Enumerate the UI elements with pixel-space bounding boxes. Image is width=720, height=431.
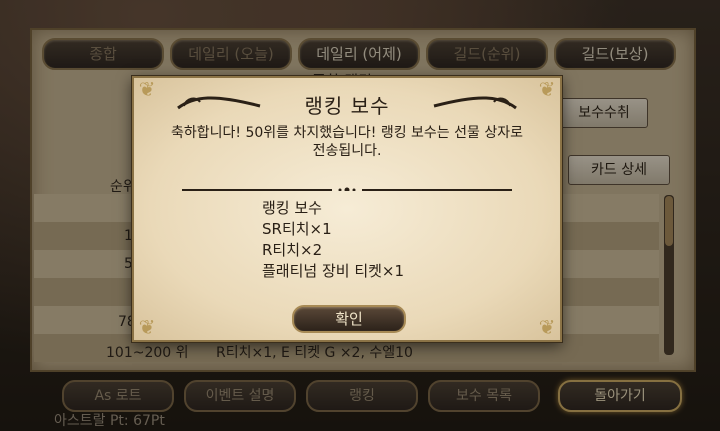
reward-item: R티치×2 [262,241,323,259]
reward-list: 랭킹 보수 SR티치×1 R티치×2 플래티넘 장비 티켓×1 [262,198,404,282]
divider [182,187,512,191]
confirm-button[interactable]: 확인 [292,305,406,333]
ornament-icon: ❦ [538,315,556,339]
reward-heading: 랭킹 보수 [262,199,322,217]
reward-item: 플래티넘 장비 티켓×1 [262,262,405,280]
reward-item: SR티치×1 [262,220,332,238]
right-flourish-icon [433,96,517,110]
dialog-title: 랭킹 보수 [304,94,390,118]
dialog-message: 축하합니다! 50위를 차지했습니다! 랭킹 보수는 선물 상자로 전송됩니다. [171,125,523,159]
ranking-reward-dialog: ❦ ❦ ❦ ❦ 랭킹 보수 축하합니다! 50위를 차지했습니다! 랭킹 보수는… [132,76,562,342]
ornament-icon: ❦ [138,315,156,339]
